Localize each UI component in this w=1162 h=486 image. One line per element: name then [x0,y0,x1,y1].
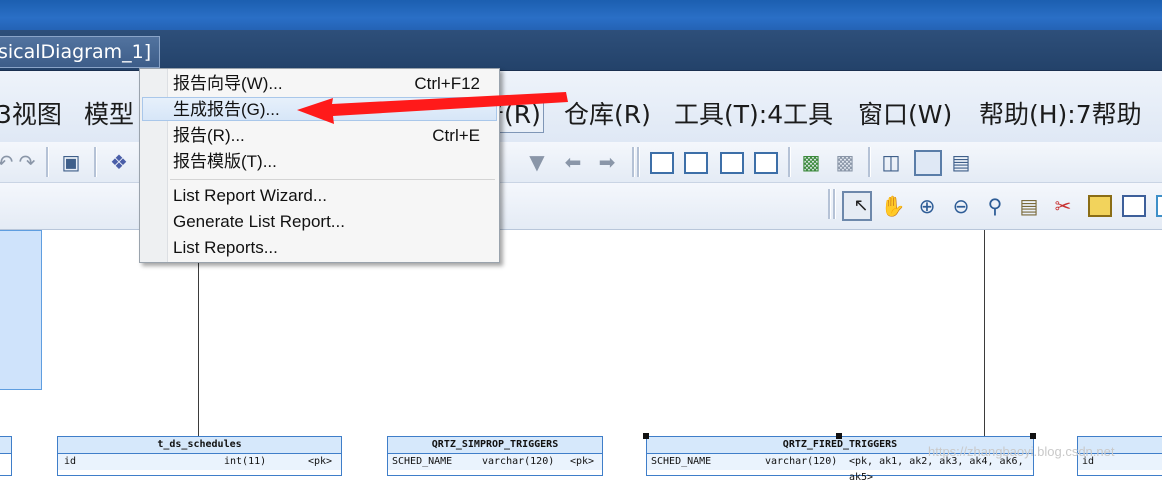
annotation-arrow-icon [297,92,568,124]
